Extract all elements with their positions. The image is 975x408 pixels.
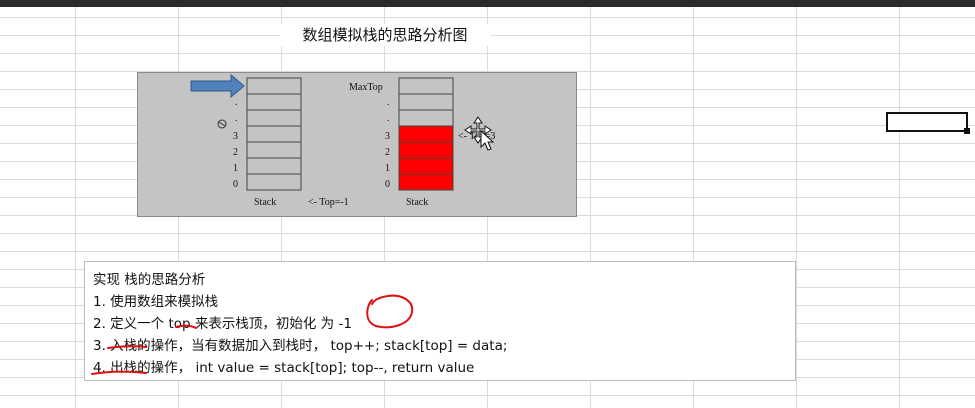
left-index-0: 0: [233, 179, 238, 190]
maxtop-label: MaxTop: [349, 82, 383, 93]
notes-item-2: 2. 定义一个 top 来表示栈顶，初始化 为 -1: [93, 316, 352, 332]
left-index-2: 2: [233, 147, 238, 158]
right-dot-2: .: [387, 113, 390, 124]
left-index-1: 1: [233, 163, 238, 174]
fill-handle[interactable]: [964, 128, 970, 134]
left-top-pointer: <- Top=-1: [308, 197, 349, 208]
right-dot-1: .: [387, 97, 390, 108]
notes-textbox[interactable]: 实现 栈的思路分析 1. 使用数组来模拟栈 2. 定义一个 top 来表示栈顶，…: [84, 261, 796, 381]
notes-item-1: 1. 使用数组来模拟栈: [93, 294, 219, 310]
notes-heading: 实现 栈的思路分析: [93, 272, 206, 288]
right-stack-label: Stack: [406, 197, 428, 208]
arrow-right-icon: [190, 73, 245, 99]
selected-cell[interactable]: [886, 112, 968, 132]
stack-diagram: . . 3 2 1 0 Stack <- Top=-1 MaxTop . . 3…: [137, 72, 577, 217]
left-stack-label: Stack: [254, 197, 276, 208]
left-dot-1: .: [235, 97, 238, 108]
right-index-3: 3: [385, 131, 390, 142]
notes-item-4: 4. 出栈的操作， int value = stack[top]; top--,…: [93, 360, 475, 376]
left-stack: [246, 77, 302, 191]
left-index-3: 3: [233, 131, 238, 142]
left-dot-2: .: [235, 113, 238, 124]
cursor-icon: [217, 119, 227, 129]
right-stack: [398, 77, 454, 191]
right-index-1: 1: [385, 163, 390, 174]
diagram-title: 数组模拟栈的思路分析图: [280, 24, 490, 46]
right-index-0: 0: [385, 179, 390, 190]
window-top-bar: [0, 0, 975, 7]
notes-item-3: 3. 入栈的操作，当有数据加入到栈时， top++; stack[top] = …: [93, 338, 508, 354]
right-index-2: 2: [385, 147, 390, 158]
